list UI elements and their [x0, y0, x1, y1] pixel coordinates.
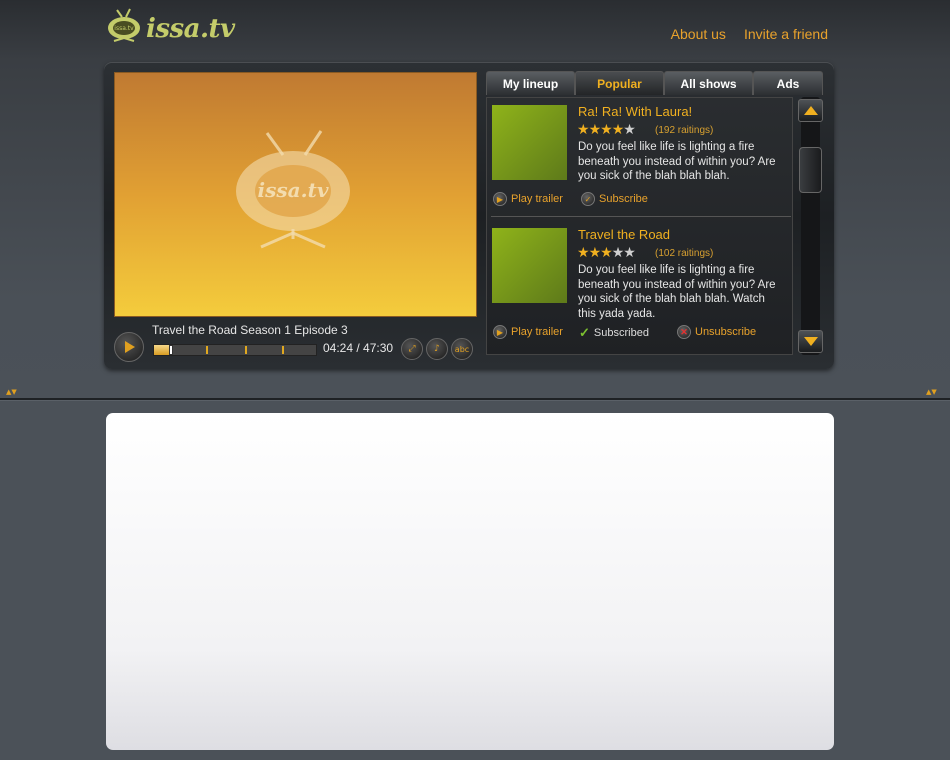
star-rating: ★★★★★ — [577, 122, 636, 138]
player-frame: issa.tv Travel the Road Season 1 Episode… — [104, 62, 834, 369]
star-icon: ★ — [588, 245, 602, 261]
scroll-thumb[interactable] — [799, 147, 822, 193]
fullscreen-button[interactable]: ⤢ — [401, 338, 423, 360]
play-button[interactable] — [114, 332, 144, 362]
logo-text: issa.tv — [146, 14, 235, 44]
list-scrollbar[interactable] — [797, 97, 824, 355]
about-us-link[interactable]: About us — [671, 26, 726, 42]
captions-label: abc — [454, 344, 470, 354]
issa-tv-logo[interactable]: issa.tv issa.tv — [106, 8, 235, 48]
star-rating: ★★★★★ — [577, 245, 636, 261]
play-icon: ▶ — [493, 325, 507, 339]
tab-popular[interactable]: Popular — [575, 71, 664, 95]
play-trailer-label: Play trailer — [511, 193, 563, 205]
progress-fill — [154, 345, 170, 355]
star-icon: ★ — [623, 122, 636, 138]
page-divider — [0, 398, 950, 401]
play-trailer-button[interactable]: ▶ Play trailer — [493, 192, 563, 206]
show-title[interactable]: Ra! Ra! With Laura! — [578, 104, 692, 119]
video-screen[interactable]: issa.tv — [114, 72, 477, 317]
star-icon: ★ — [611, 245, 625, 261]
show-title[interactable]: Travel the Road — [578, 227, 670, 242]
list-item: Ra! Ra! With Laura! ★★★★★ (192 raitings)… — [487, 100, 792, 220]
star-icon: ★ — [588, 122, 602, 138]
progress-bar[interactable] — [153, 344, 317, 356]
scroll-down-button[interactable] — [798, 330, 823, 353]
arrow-up-icon — [803, 106, 818, 115]
show-list: Ra! Ra! With Laura! ★★★★★ (192 raitings)… — [486, 97, 793, 355]
show-description: Do you feel like life is lighting a fire… — [578, 141, 776, 182]
star-icon: ★ — [611, 122, 625, 138]
tv-watermark-icon: issa.tv — [236, 130, 350, 249]
list-item: Travel the Road ★★★★★ (102 raitings) Do … — [487, 223, 792, 343]
progress-knob[interactable] — [169, 345, 174, 355]
invite-friend-link[interactable]: Invite a friend — [744, 26, 828, 42]
star-icon: ★ — [577, 122, 590, 138]
tv-logo-icon: issa.tv — [108, 8, 140, 42]
arrow-down-icon — [803, 337, 818, 346]
unsubscribe-label: Unsubscribe — [695, 326, 757, 338]
star-icon: ★ — [600, 245, 613, 261]
collapse-arrows-icon[interactable]: ▲▼ — [6, 388, 17, 396]
fullscreen-icon: ⤢ — [408, 344, 416, 354]
chapter-mark[interactable] — [244, 346, 247, 354]
star-icon: ★ — [623, 245, 636, 261]
checkmark-icon: ✓ — [581, 192, 595, 206]
checkmark-icon: ✓ — [579, 325, 590, 340]
play-trailer-label: Play trailer — [511, 326, 563, 338]
tab-all-shows[interactable]: All shows — [664, 71, 753, 95]
volume-icon: ♪ — [434, 344, 440, 354]
collapse-arrows-icon[interactable]: ▲▼ — [926, 388, 937, 396]
subscribed-label: Subscribed — [593, 327, 649, 339]
content-panel — [106, 413, 834, 750]
subscribed-status: ✓ Subscribed — [579, 325, 649, 341]
scroll-up-button[interactable] — [798, 99, 823, 122]
subscribe-label: Subscribe — [599, 193, 648, 205]
top-nav: About us Invite a friend — [671, 26, 828, 42]
chapter-mark[interactable] — [205, 346, 208, 354]
show-tabs: My lineup Popular All shows Ads — [486, 71, 823, 97]
show-thumbnail[interactable] — [492, 228, 567, 303]
show-description: Do you feel like life is lighting a fire… — [578, 264, 776, 320]
star-icon: ★ — [577, 245, 590, 261]
tab-ads[interactable]: Ads — [753, 71, 823, 95]
close-icon: ✕ — [677, 325, 691, 339]
time-display: 04:24 / 47:30 — [323, 341, 394, 355]
divider — [491, 216, 791, 217]
unsubscribe-button[interactable]: ✕ Unsubscribe — [677, 325, 756, 339]
play-trailer-button[interactable]: ▶ Play trailer — [493, 325, 563, 339]
play-icon: ▶ — [493, 192, 507, 206]
tab-my-lineup[interactable]: My lineup — [486, 71, 575, 95]
chapter-mark[interactable] — [281, 346, 284, 354]
show-thumbnail[interactable] — [492, 105, 567, 180]
star-icon: ★ — [600, 122, 613, 138]
episode-title: Travel the Road Season 1 Episode 3 — [152, 323, 348, 337]
volume-button[interactable]: ♪ — [426, 338, 448, 360]
subscribe-button[interactable]: ✓ Subscribe — [581, 192, 648, 206]
captions-button[interactable]: abc — [451, 338, 473, 360]
ratings-count: (192 raitings) — [655, 125, 714, 136]
screen-logo-text: issa.tv — [258, 178, 329, 202]
ratings-count: (102 raitings) — [655, 248, 714, 259]
scroll-track[interactable] — [801, 97, 820, 355]
player-controls: Travel the Road Season 1 Episode 3 04:24… — [114, 320, 475, 364]
logo-badge-text: issa.tv — [114, 25, 134, 32]
